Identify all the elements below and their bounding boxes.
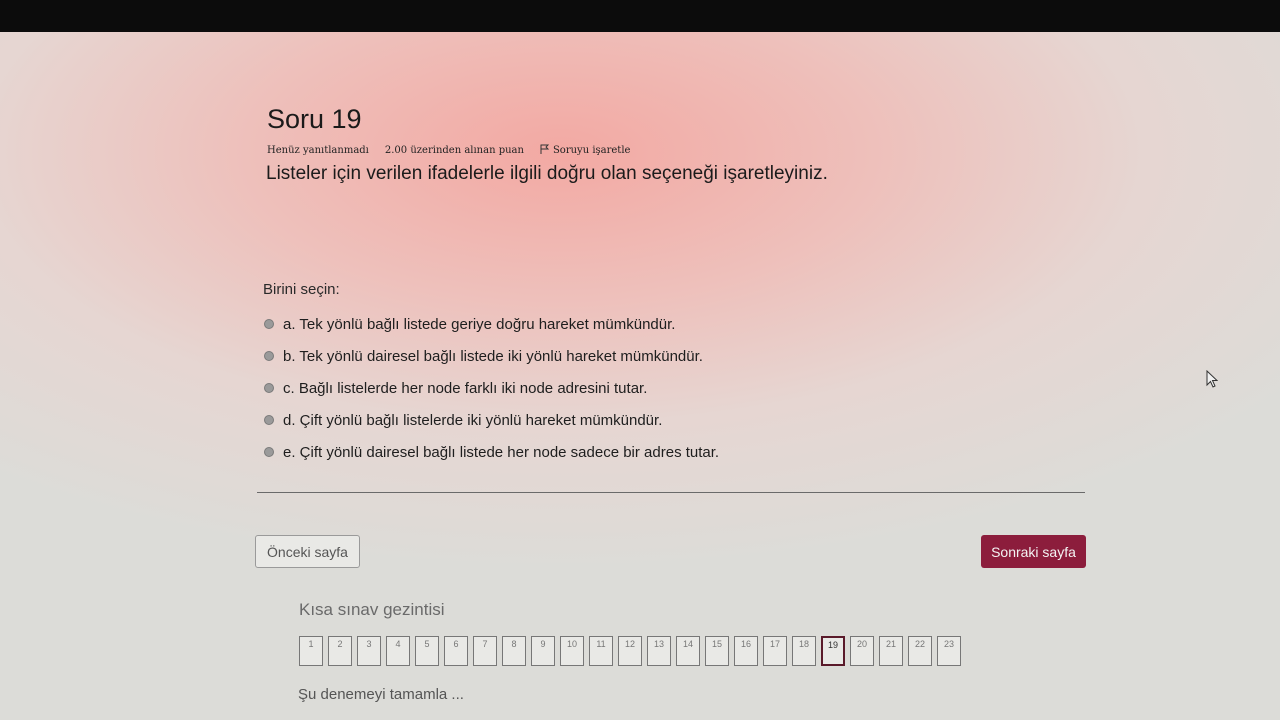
nav-page-button[interactable]: 2 bbox=[328, 636, 352, 666]
answer-option-c[interactable]: c. Bağlı listelerde her node farklı iki … bbox=[264, 372, 719, 404]
answer-list: a. Tek yönlü bağlı listede geriye doğru … bbox=[264, 308, 719, 468]
answer-option-e[interactable]: e. Çift yönlü dairesel bağlı listede her… bbox=[264, 436, 719, 468]
nav-page-button[interactable]: 17 bbox=[763, 636, 787, 666]
nav-page-button[interactable]: 4 bbox=[386, 636, 410, 666]
flag-question-link[interactable]: Soruyu işaretle bbox=[540, 144, 631, 157]
question-text: Listeler için verilen ifadelerle ilgili … bbox=[266, 163, 828, 184]
nav-page-button[interactable]: 15 bbox=[705, 636, 729, 666]
nav-page-button[interactable]: 16 bbox=[734, 636, 758, 666]
question-points: 2.00 üzerinden alınan puan bbox=[384, 145, 524, 156]
nav-page-button[interactable]: 14 bbox=[676, 636, 700, 666]
quiz-navigation-title: Kısa sınav gezintisi bbox=[299, 600, 445, 619]
nav-page-button[interactable]: 1 bbox=[299, 636, 323, 666]
nav-page-button-current[interactable]: 19 bbox=[821, 636, 845, 666]
answer-option-d[interactable]: d. Çift yönlü bağlı listelerde iki yönlü… bbox=[264, 404, 719, 436]
nav-page-button[interactable]: 3 bbox=[357, 636, 381, 666]
nav-page-button[interactable]: 13 bbox=[647, 636, 671, 666]
radio-button[interactable] bbox=[264, 415, 274, 425]
quiz-page: Soru 19 Henüz yanıtlanmadı 2.00 üzerinde… bbox=[0, 32, 1280, 720]
finish-attempt-link[interactable]: Şu denemeyi tamamla ... bbox=[298, 686, 464, 703]
answer-label: a. Tek yönlü bağlı listede geriye doğru … bbox=[283, 315, 676, 333]
nav-page-button[interactable]: 5 bbox=[415, 636, 439, 666]
question-title: Soru 19 bbox=[267, 104, 362, 134]
nav-page-button[interactable]: 21 bbox=[879, 636, 903, 666]
nav-page-button[interactable]: 22 bbox=[908, 636, 932, 666]
nav-page-button[interactable]: 8 bbox=[502, 636, 526, 666]
question-status: Henüz yanıtlanmadı bbox=[267, 145, 369, 156]
nav-page-button[interactable]: 20 bbox=[850, 636, 874, 666]
answer-option-a[interactable]: a. Tek yönlü bağlı listede geriye doğru … bbox=[264, 308, 719, 340]
radio-button[interactable] bbox=[264, 447, 274, 457]
nav-page-button[interactable]: 9 bbox=[531, 636, 555, 666]
nav-page-button[interactable]: 10 bbox=[560, 636, 584, 666]
question-info: Henüz yanıtlanmadı 2.00 üzerinden alınan… bbox=[267, 144, 630, 157]
next-page-button[interactable]: Sonraki sayfa bbox=[981, 535, 1086, 568]
answer-label: c. Bağlı listelerde her node farklı iki … bbox=[283, 379, 648, 397]
answer-prompt: Birini seçin: bbox=[263, 281, 340, 298]
flag-question-label: Soruyu işaretle bbox=[552, 145, 631, 156]
answer-label: e. Çift yönlü dairesel bağlı listede her… bbox=[283, 443, 720, 461]
answer-option-b[interactable]: b. Tek yönlü dairesel bağlı listede iki … bbox=[264, 340, 719, 372]
quiz-navigation: 1 2 3 4 5 6 7 8 9 10 11 12 13 14 15 16 1… bbox=[299, 636, 961, 666]
previous-page-button[interactable]: Önceki sayfa bbox=[255, 535, 360, 568]
nav-page-button[interactable]: 11 bbox=[589, 636, 613, 666]
answer-label: b. Tek yönlü dairesel bağlı listede iki … bbox=[283, 347, 703, 365]
divider bbox=[257, 492, 1085, 493]
flag-icon bbox=[540, 144, 550, 157]
answer-label: d. Çift yönlü bağlı listelerde iki yönlü… bbox=[283, 411, 663, 429]
radio-button[interactable] bbox=[264, 383, 274, 393]
radio-button[interactable] bbox=[264, 351, 274, 361]
radio-button[interactable] bbox=[264, 319, 274, 329]
nav-page-button[interactable]: 18 bbox=[792, 636, 816, 666]
nav-page-button[interactable]: 12 bbox=[618, 636, 642, 666]
nav-page-button[interactable]: 7 bbox=[473, 636, 497, 666]
nav-page-button[interactable]: 23 bbox=[937, 636, 961, 666]
mouse-pointer-icon bbox=[1206, 370, 1218, 388]
nav-page-button[interactable]: 6 bbox=[444, 636, 468, 666]
